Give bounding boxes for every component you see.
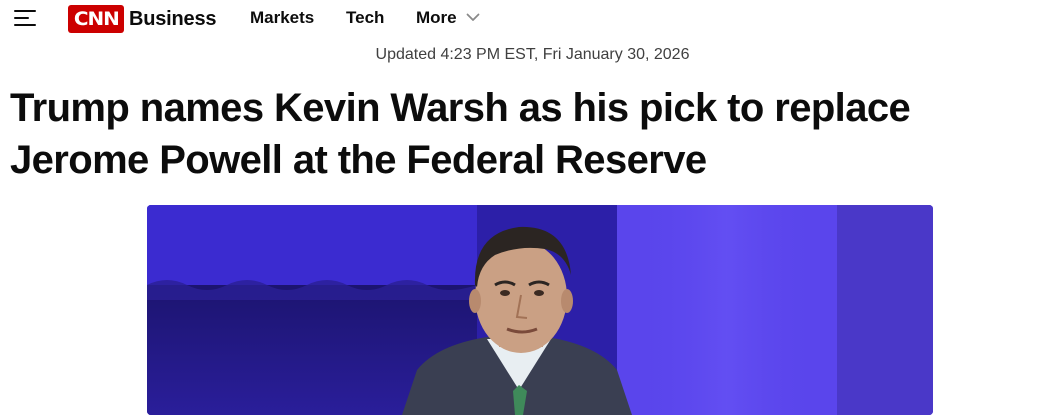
nav-more-dropdown[interactable]: More [416, 8, 480, 28]
article-headline: Trump names Kevin Warsh as his pick to r… [10, 86, 911, 182]
updated-timestamp: Updated 4:23 PM EST, Fri January 30, 202… [375, 46, 690, 63]
cnn-business-logo[interactable]: CNN Business [68, 5, 217, 33]
article-hero-image [147, 205, 933, 415]
nav-link-tech[interactable]: Tech [346, 8, 384, 28]
section-name: Business [129, 7, 217, 30]
chevron-down-icon [466, 13, 480, 21]
speaker-photo [147, 205, 933, 415]
hamburger-menu-icon[interactable] [14, 9, 36, 27]
top-navigation: CNN Business Markets Tech More [0, 0, 1055, 38]
nav-link-markets[interactable]: Markets [250, 8, 314, 28]
cnn-logo-text: CNN [73, 8, 120, 30]
cnn-logo: CNN [68, 5, 124, 33]
nav-more-label: More [416, 8, 457, 27]
